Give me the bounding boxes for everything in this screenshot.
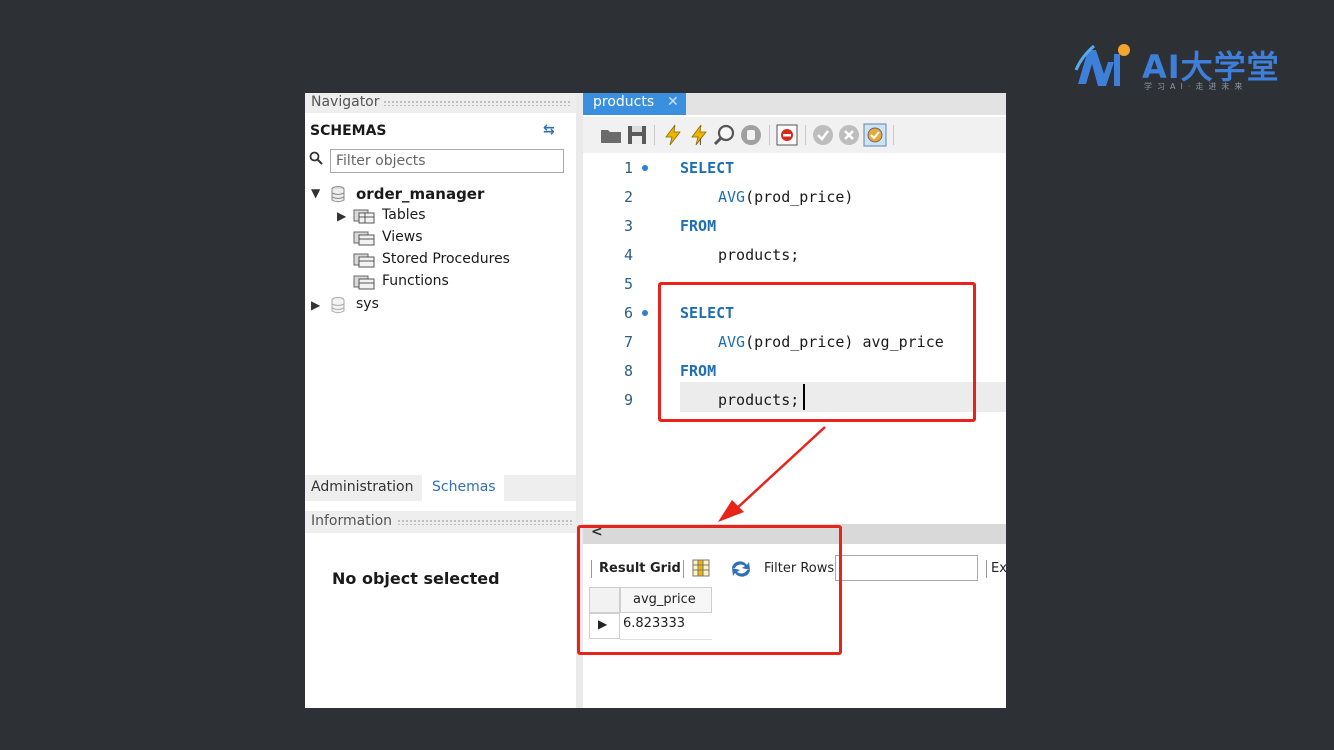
result-highlight-box <box>577 525 842 655</box>
svg-text:I: I <box>699 138 702 147</box>
tree-label-views: Views <box>382 229 423 245</box>
information-title: Information <box>311 513 393 529</box>
search-icon <box>309 151 323 165</box>
line-number: 9 <box>623 391 633 409</box>
toolbar-separator <box>769 125 770 145</box>
navigator-panel: Navigator SCHEMAS ⇆ ▼ order_manager ▶ <box>305 93 576 708</box>
tree-item-functions[interactable]: Functions <box>337 273 567 293</box>
views-folder-icon <box>353 231 375 246</box>
refresh-schemas-icon[interactable]: ⇆ <box>543 122 555 138</box>
tab-schemas-label: Schemas <box>432 479 496 495</box>
tables-folder-icon <box>353 209 375 224</box>
sql-keyword: FROM <box>680 217 717 235</box>
toolbar-separator <box>805 125 806 145</box>
open-folder-icon[interactable] <box>599 123 623 147</box>
information-body <box>305 533 576 708</box>
no-object-message: No object selected <box>332 569 500 588</box>
sql-function: AVG <box>718 188 746 206</box>
editor-toolbar: I <box>583 117 1006 153</box>
tree-item-sys[interactable]: ▶ sys <box>311 296 511 316</box>
rollback-cancel-icon[interactable] <box>837 123 861 147</box>
tree-label-tables: Tables <box>382 207 426 223</box>
save-icon[interactable] <box>625 123 649 147</box>
functions-folder-icon <box>353 275 375 290</box>
tree-label-sys: sys <box>356 296 379 312</box>
expand-arrow-icon[interactable]: ▼ <box>311 186 320 200</box>
navigator-title: Navigator <box>311 94 380 110</box>
expand-arrow-icon[interactable]: ▶ <box>311 298 320 312</box>
toolbar-separator <box>893 125 894 145</box>
line-number: 3 <box>623 217 633 235</box>
header-grip <box>397 519 572 525</box>
code-text: products; <box>718 246 800 264</box>
code-highlight-box <box>658 282 976 422</box>
code-text: (prod_price) <box>745 188 854 206</box>
information-header: Information <box>305 511 576 533</box>
tab-products[interactable]: products ✕ <box>583 93 686 115</box>
tree-label-stored-procedures: Stored Procedures <box>382 251 510 267</box>
procedures-folder-icon <box>353 253 375 268</box>
statement-marker-icon <box>642 165 648 171</box>
tree-item-tables[interactable]: ▶ Tables <box>337 207 567 227</box>
execute-lightning-icon[interactable] <box>661 123 685 147</box>
tab-administration[interactable]: Administration <box>311 479 413 495</box>
logo-mark-icon <box>1074 44 1130 86</box>
autocommit-toggle-icon[interactable] <box>863 123 887 147</box>
explain-magnifier-icon[interactable] <box>713 123 737 147</box>
toggle-error-icon[interactable] <box>775 123 799 147</box>
header-grip <box>383 100 572 106</box>
line-number: 7 <box>623 333 633 351</box>
line-number: 4 <box>623 246 633 264</box>
tab-schemas[interactable]: Schemas <box>422 475 504 501</box>
line-number: 2 <box>623 188 633 206</box>
stop-hand-icon[interactable] <box>739 123 763 147</box>
line-number: 1 <box>623 159 633 177</box>
code-line: AVG(prod_price) <box>718 188 853 206</box>
expand-arrow-icon[interactable]: ▶ <box>337 209 346 223</box>
commit-check-icon[interactable] <box>811 123 835 147</box>
brand-logo: AI大学堂 学习AI·走进未来 <box>1074 40 1304 96</box>
line-number: 8 <box>623 362 633 380</box>
tree-item-order-manager[interactable]: ▼ order_manager <box>311 185 571 205</box>
line-number: 5 <box>623 275 633 293</box>
filter-rows-input[interactable] <box>835 555 978 581</box>
tree-item-stored-procedures[interactable]: Stored Procedures <box>337 251 567 271</box>
execute-current-icon[interactable]: I <box>687 123 711 147</box>
sql-keyword: SELECT <box>680 159 735 177</box>
tree-item-views[interactable]: Views <box>337 229 567 249</box>
tab-products-label: products <box>593 94 655 110</box>
toolbar-separator <box>654 125 655 145</box>
export-label[interactable]: Ex <box>991 561 1006 576</box>
tree-label-functions: Functions <box>382 273 449 289</box>
database-icon <box>331 297 345 314</box>
statement-marker-icon <box>642 310 648 316</box>
navigator-tabs: Administration Schemas <box>305 475 576 501</box>
editor-tabbar: products ✕ <box>583 93 1006 115</box>
schemas-title: SCHEMAS <box>310 123 387 139</box>
line-number: 6 <box>623 304 633 322</box>
navigator-header: Navigator <box>305 93 576 113</box>
database-icon <box>331 186 345 203</box>
filter-objects-input[interactable] <box>330 149 564 173</box>
brand-tagline: 学习AI·走进未来 <box>1144 82 1248 91</box>
toolbar-separator <box>986 560 987 578</box>
close-tab-icon[interactable]: ✕ <box>667 94 679 110</box>
tree-label-order-manager: order_manager <box>356 185 485 203</box>
